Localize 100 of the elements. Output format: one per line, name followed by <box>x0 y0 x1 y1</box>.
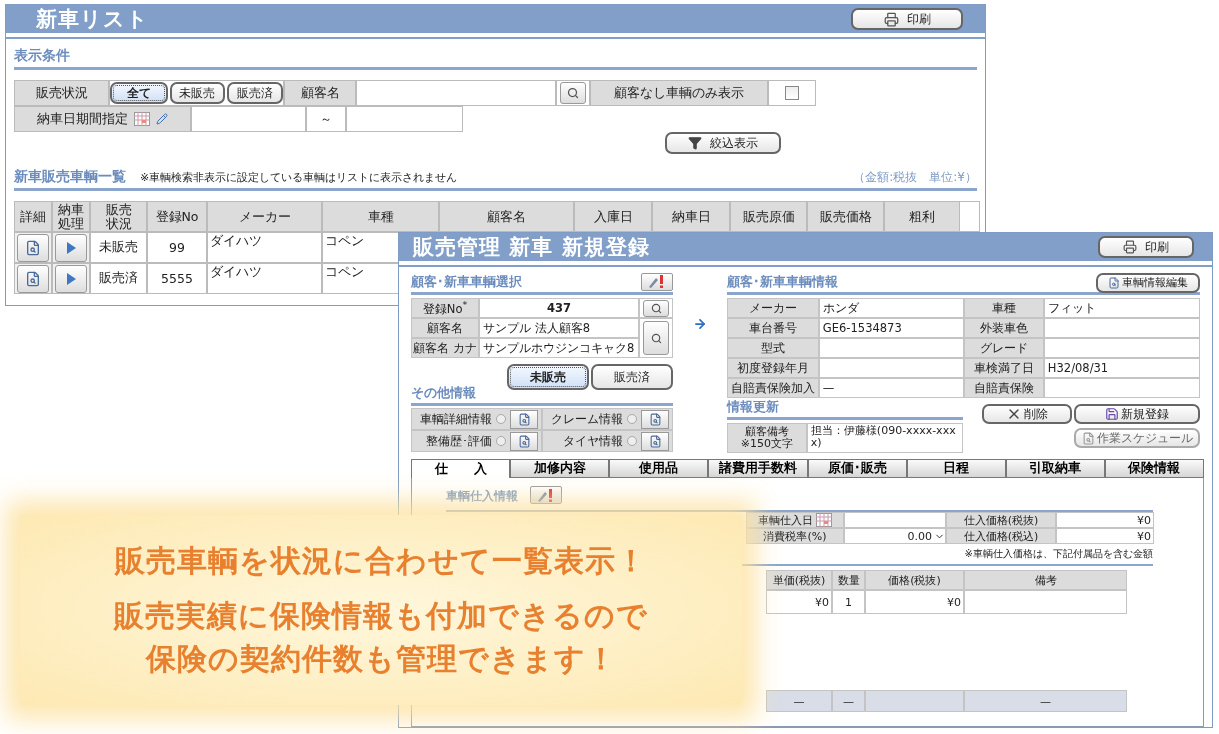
edit-button[interactable] <box>641 272 673 291</box>
document-search-icon <box>517 434 531 448</box>
list-note: ※車輌検索非表示に設定している車輌はリストに表示されません <box>140 169 458 185</box>
customer-name-input[interactable] <box>356 80 556 106</box>
remark-field[interactable]: 担当：伊藤様(090-xxxx-xxxx) <box>806 423 963 453</box>
tab[interactable]: 保険情報 <box>1104 459 1204 478</box>
column-header: 詳細 <box>14 201 52 232</box>
tab[interactable]: 仕 入 <box>411 459 511 478</box>
column-header: 備考 <box>964 570 1127 590</box>
callout-text: 販売実績に保険情報も付加できるので <box>114 596 648 635</box>
table-cell: ダイハツ <box>207 263 322 294</box>
search-icon <box>567 87 579 99</box>
field-label: 顧客名 カナ <box>411 338 479 358</box>
play-icon <box>66 272 76 285</box>
field-value: ¥0 <box>1056 528 1154 544</box>
tab[interactable]: 使用品 <box>609 459 709 478</box>
field-value: ¥0 <box>1056 512 1154 528</box>
field-label: 型式 <box>726 338 819 358</box>
detail-button[interactable] <box>641 431 669 451</box>
radio-button[interactable] <box>496 414 506 424</box>
column-header: 納車日 <box>652 201 730 232</box>
column-header: 入庫日 <box>574 201 652 232</box>
filter-button[interactable]: 絞込表示 <box>665 132 781 154</box>
field-value: サンプル 法人顧客8 <box>479 318 639 338</box>
field-label: 車種 <box>963 298 1044 318</box>
printer-icon <box>1123 240 1137 254</box>
field-label: 車検満了日 <box>963 358 1044 378</box>
document-search-icon <box>25 239 41 256</box>
radio-button[interactable] <box>627 414 637 424</box>
radio-button[interactable] <box>627 436 637 446</box>
column-header: 販売状況 <box>90 201 147 232</box>
range-separator: ～ <box>320 110 332 128</box>
table-cell: 未販売 <box>90 232 147 263</box>
table-cell: 99 <box>147 232 207 263</box>
field-label: 顧客なし車輌のみ表示 <box>590 80 768 106</box>
print-button[interactable]: 印刷 <box>851 8 963 30</box>
document-search-icon <box>1108 276 1120 289</box>
document-search-icon <box>648 412 662 426</box>
status-filter-button[interactable]: 全て <box>110 82 168 104</box>
status-button[interactable]: 販売済 <box>591 364 673 390</box>
section-title: 新車販売車輌一覧 <box>14 168 126 186</box>
field-value: ホンダ <box>818 298 964 318</box>
document-search-icon <box>648 434 662 448</box>
field-label: メーカー <box>726 298 819 318</box>
field-label: 販売状況 <box>14 80 109 106</box>
date-input[interactable] <box>844 512 946 528</box>
status-button[interactable]: 未販売 <box>507 364 589 390</box>
field-label: 自賠責保険 <box>963 378 1044 398</box>
info-label: 車輌詳細情報 <box>420 411 492 427</box>
checkbox[interactable] <box>785 86 799 100</box>
field-value: — <box>818 378 964 398</box>
field-label: グレード <box>963 338 1044 358</box>
field-label: 車台番号 <box>726 318 819 338</box>
pencil-icon[interactable] <box>156 113 168 125</box>
field-label: 初度登録年月 <box>726 358 819 378</box>
field-value: GE6-1534873 <box>818 318 964 338</box>
section-title: その他情報 <box>411 385 476 402</box>
print-button[interactable]: 印刷 <box>1098 236 1194 258</box>
field-label: 登録No$^{*}$ <box>411 298 479 318</box>
table-cell: ¥0 <box>766 590 832 614</box>
table-cell: ¥0 <box>865 590 964 614</box>
status-filter-button[interactable]: 販売済 <box>227 82 283 104</box>
column-header: 販売価格 <box>807 201 884 232</box>
field-label-text: 納車日期間指定 <box>37 110 128 128</box>
field-value: H32/08/31 <box>1043 358 1200 378</box>
column-header: メーカー <box>207 201 322 232</box>
date-to-input[interactable] <box>346 106 463 132</box>
amount-note: （金額:税抜 単位:¥） <box>853 168 977 186</box>
section-heading: 表示条件 <box>14 45 977 70</box>
column-header: 登録No <box>147 201 207 232</box>
status-filter-button[interactable]: 未販売 <box>169 82 226 104</box>
edit-vehicle-button[interactable]: 車輌情報編集 <box>1096 272 1200 293</box>
column-header: 数量 <box>832 570 865 590</box>
detail-button[interactable] <box>641 409 669 429</box>
column-header: 単価(税抜) <box>766 570 832 590</box>
calendar-icon[interactable] <box>816 513 832 527</box>
info-label: クレーム情報 <box>551 411 623 427</box>
tab[interactable]: 諸費用手数料 <box>708 459 808 478</box>
column-header: 顧客名 <box>439 201 574 232</box>
edit-button[interactable] <box>530 486 562 504</box>
radio-button[interactable] <box>496 436 506 446</box>
detail-button[interactable] <box>510 431 538 451</box>
tab[interactable]: 加修内容 <box>510 459 610 478</box>
action-button[interactable]: 削除 <box>982 404 1072 424</box>
tab[interactable]: 原価･販売 <box>807 459 907 478</box>
tax-rate-select[interactable]: 0.00 <box>844 528 946 544</box>
calendar-icon[interactable] <box>134 112 150 126</box>
field-value: サンプルホウジンコキャク8 <box>479 338 639 358</box>
date-from-input[interactable] <box>191 106 306 132</box>
section-title: 情報更新 <box>726 399 779 416</box>
info-label: 整備歴･評価 <box>426 433 492 449</box>
save-icon <box>1105 407 1119 421</box>
field-label: 顧客名 <box>284 80 356 106</box>
detail-button[interactable] <box>510 409 538 429</box>
action-button[interactable]: 新規登録 <box>1074 404 1200 424</box>
tab[interactable]: 引取納車 <box>1005 459 1105 478</box>
arrow-right-icon <box>692 317 707 331</box>
tab[interactable]: 日程 <box>906 459 1006 478</box>
printer-icon <box>883 11 899 27</box>
funnel-icon <box>688 136 702 150</box>
